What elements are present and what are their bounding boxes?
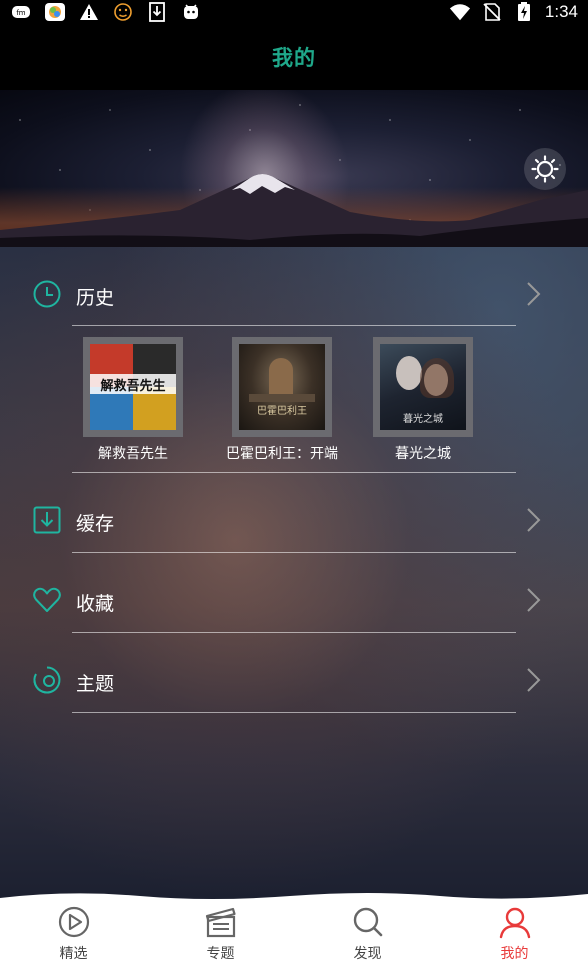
status-bar: fm 1:34 (0, 0, 588, 24)
page-title: 我的 (272, 46, 316, 70)
theme-row[interactable]: 主题 (0, 633, 588, 713)
poster-image: 巴霍巴利王 (239, 344, 325, 430)
poster-title-text: 解救吾先生 (100, 379, 166, 394)
chevron-right-icon (527, 508, 541, 532)
no-sim-icon (481, 2, 503, 22)
history-label: 历史 (76, 287, 115, 309)
person-icon (498, 905, 532, 939)
tab-discover[interactable]: 发现 (294, 899, 441, 969)
chevron-right-icon (527, 668, 541, 692)
history-item-title: 暮光之城 (395, 446, 451, 462)
favorites-label: 收藏 (76, 593, 115, 615)
poster-frame: 暮光之城 (373, 337, 473, 437)
profile-menu: 历史 解救吾先生 解救吾先生 巴霍巴利王 巴霍巴利王：开端 暮光之城 暮光之城 … (0, 247, 588, 899)
wifi-icon (449, 2, 471, 22)
chevron-right-icon (527, 588, 541, 612)
clock-icon (32, 279, 62, 309)
svg-text:fm: fm (16, 9, 25, 17)
tab-topics[interactable]: 专题 (147, 899, 294, 969)
tab-discover-label: 发现 (353, 946, 382, 962)
chevron-right-icon (527, 282, 541, 306)
app-icon-1: fm (10, 2, 32, 22)
poster-title-text: 暮光之城 (403, 414, 443, 425)
tab-featured-label: 精选 (59, 946, 88, 962)
history-row[interactable]: 历史 (0, 247, 588, 327)
poster-image: 暮光之城 (380, 344, 466, 430)
profile-banner (0, 90, 588, 247)
history-item[interactable]: 解救吾先生 解救吾先生 (63, 337, 203, 463)
history-item[interactable]: 暮光之城 暮光之城 (353, 337, 493, 463)
bottom-nav: 精选 专题 发现 我的 (0, 899, 588, 969)
cache-label: 缓存 (76, 513, 115, 535)
battery-charging-icon (513, 2, 535, 22)
app-icon-2 (44, 2, 66, 22)
tab-mine-label: 我的 (500, 946, 529, 962)
banner-mountain (0, 174, 588, 247)
favorites-row[interactable]: 收藏 (0, 553, 588, 633)
theme-icon (32, 665, 62, 695)
brightness-button[interactable] (524, 148, 566, 190)
play-circle-icon (57, 905, 91, 939)
title-bar: 我的 (0, 24, 588, 90)
poster-frame: 解救吾先生 (83, 337, 183, 437)
search-icon (351, 905, 385, 939)
history-item-title: 巴霍巴利王：开端 (226, 446, 338, 462)
cache-row[interactable]: 缓存 (0, 473, 588, 553)
tab-mine[interactable]: 我的 (441, 899, 588, 969)
android-icon (180, 2, 202, 22)
divider (72, 325, 516, 326)
download-icon (146, 2, 168, 22)
history-item[interactable]: 巴霍巴利王 巴霍巴利王：开端 (212, 337, 352, 463)
tab-featured[interactable]: 精选 (0, 899, 147, 969)
screen: fm 1:34 我的 历史 解救吾先生 解救吾先生 巴霍巴利王 巴霍巴利王：开端… (0, 0, 588, 969)
download-box-icon (32, 505, 62, 535)
theme-label: 主题 (76, 673, 115, 695)
face-icon (112, 2, 134, 22)
poster-frame: 巴霍巴利王 (232, 337, 332, 437)
divider (72, 712, 516, 713)
poster-title-text: 巴霍巴利王 (257, 406, 307, 417)
poster-image: 解救吾先生 (90, 344, 176, 430)
tab-topics-label: 专题 (206, 946, 235, 962)
brightness-icon (531, 155, 559, 183)
warning-icon (78, 2, 100, 22)
clapperboard-icon (204, 905, 238, 939)
history-list: 解救吾先生 解救吾先生 巴霍巴利王 巴霍巴利王：开端 暮光之城 暮光之城 (0, 337, 588, 463)
heart-icon (32, 585, 62, 615)
history-item-title: 解救吾先生 (98, 446, 168, 462)
status-time: 1:34 (544, 2, 578, 21)
